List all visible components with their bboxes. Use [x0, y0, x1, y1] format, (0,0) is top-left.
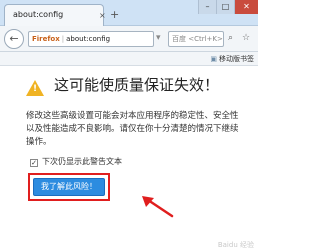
tab-title: about:config [13, 10, 64, 19]
show-warning-checkbox-row[interactable]: ✓ 下次仍显示此警告文本 [30, 156, 122, 167]
title-bar: about:config × + – □ ✕ [0, 0, 258, 26]
search-icon[interactable]: ⌕ [228, 33, 233, 43]
window-controls: – □ ✕ [198, 0, 258, 14]
highlight-box: 我了解此风险！ [28, 173, 110, 201]
accept-risk-button[interactable]: 我了解此风险！ [33, 178, 105, 196]
page-title: 这可能使质量保证失效！ [54, 76, 220, 94]
dropdown-arrow-icon[interactable]: ▾ [156, 33, 161, 43]
maximize-button[interactable]: □ [216, 0, 234, 14]
url-bar[interactable]: Firefox | about:config [28, 31, 154, 47]
minimize-button[interactable]: – [198, 0, 216, 14]
navigation-toolbar: ← Firefox | about:config ▾ 百度 <Ctrl+K> ⌕ ☆ [0, 26, 258, 52]
warning-text: 修改这些高级设置可能会对本应用程序的稳定性、安全性以及性能造成不良影响。请仅在你… [26, 111, 239, 147]
tab-about-config[interactable]: about:config × [4, 4, 106, 26]
close-tab-icon[interactable]: × [99, 11, 106, 20]
close-window-button[interactable]: ✕ [234, 0, 258, 14]
checkbox-label: 下次仍显示此警告文本 [42, 157, 122, 166]
firefox-identity-badge: Firefox [32, 35, 60, 43]
bookmarks-bar: ▣ 移动版书签 [0, 52, 258, 66]
bookmark-star-icon[interactable]: ☆ [242, 33, 250, 43]
new-tab-icon[interactable]: + [110, 9, 119, 20]
url-text: about:config [66, 35, 111, 43]
search-input[interactable]: 百度 <Ctrl+K> [168, 31, 224, 47]
watermark: Baidu 经验 [217, 241, 254, 249]
warning-icon: ! [26, 80, 44, 96]
url-separator: | [61, 35, 65, 43]
folder-icon: ▣ [210, 55, 217, 63]
mobile-bookmarks-button[interactable]: ▣ 移动版书签 [210, 54, 254, 64]
page-content: ! 这可能使质量保证失效！ 修改这些高级设置可能会对本应用程序的稳定性、安全性以… [0, 66, 258, 252]
pointer-arrow-icon [142, 196, 174, 218]
show-warning-checkbox[interactable]: ✓ [30, 159, 38, 167]
back-button[interactable]: ← [4, 29, 24, 49]
mobile-bookmarks-label: 移动版书签 [219, 55, 254, 63]
